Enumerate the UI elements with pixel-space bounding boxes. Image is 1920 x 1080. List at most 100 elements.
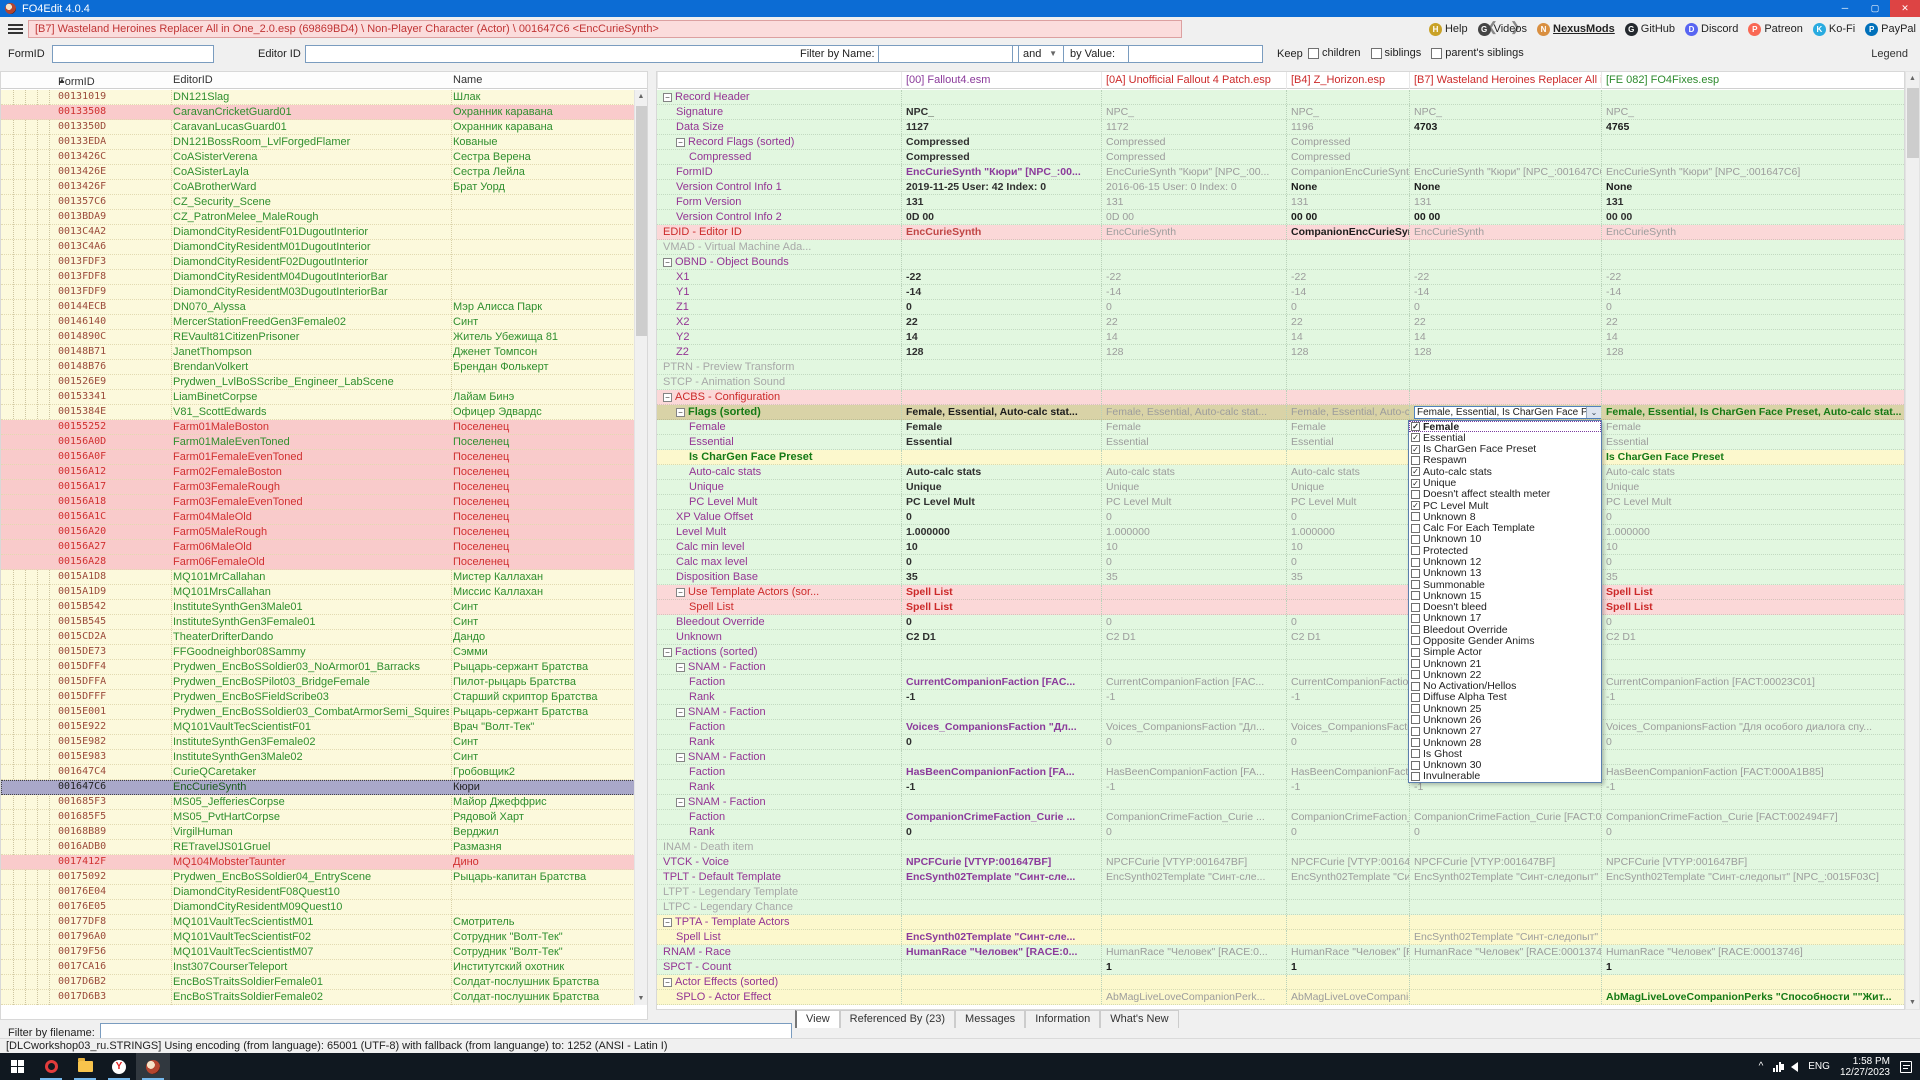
field-value-cell[interactable]	[901, 390, 1101, 404]
record-field-row[interactable]: Y21414141414	[657, 330, 1905, 345]
field-value-cell[interactable]	[901, 840, 1101, 854]
field-value-cell[interactable]: 0	[1101, 555, 1286, 569]
npc-row[interactable]: 00156A0FFarm01FemaleEvenTonedПоселенец	[1, 450, 635, 465]
field-value-cell[interactable]: Essential	[901, 435, 1101, 449]
field-value-cell[interactable]	[1601, 390, 1905, 404]
record-field-row[interactable]: Rank00000	[657, 825, 1905, 840]
checkbox-unchecked-icon[interactable]	[1411, 546, 1420, 555]
field-value-cell[interactable]: HumanRace "Человек" [RACE:00013746]	[1601, 945, 1905, 959]
field-value-cell[interactable]	[1101, 795, 1286, 809]
field-value-cell[interactable]: Female, Essential, Auto-calc stat...	[1286, 405, 1409, 419]
npc-row[interactable]: 0015E982InstituteSynthGen3Female02Синт	[1, 735, 635, 750]
flag-option[interactable]: Unknown 22	[1409, 669, 1601, 680]
field-value-cell[interactable]: 0	[1601, 510, 1905, 524]
field-value-cell[interactable]: Essential	[1601, 435, 1905, 449]
field-value-cell[interactable]: -1	[1601, 690, 1905, 704]
npc-row[interactable]: 001647C4CurieQCaretakerГробовщик2	[1, 765, 635, 780]
field-value-cell[interactable]: AbMagLiveLoveCompanionPerk...	[1101, 990, 1286, 1004]
field-value-cell[interactable]: 2019-11-25 User: 42 Index: 0	[901, 180, 1101, 194]
field-value-cell[interactable]: 0	[901, 615, 1101, 629]
field-value-cell[interactable]: EncSynth02Template "Синт-следопыт" [N...	[1409, 930, 1601, 944]
hidden-icons-chevron-icon[interactable]: ^	[1759, 1061, 1764, 1072]
npc-row[interactable]: 00156A0DFarm01MaleEvenTonedПоселенец	[1, 435, 635, 450]
npc-row[interactable]: 0013426FCoABrotherWardБрат Уорд	[1, 180, 635, 195]
field-value-cell[interactable]: EncCurieSynth	[1601, 225, 1905, 239]
field-value-cell[interactable]: Essential	[1286, 435, 1409, 449]
field-value-cell[interactable]: CompanionCrimeFaction_Curie [FACT:0024..…	[1409, 810, 1601, 824]
field-value-cell[interactable]: -22	[1101, 270, 1286, 284]
record-field-row[interactable]: −Record Flags (sorted)CompressedCompress…	[657, 135, 1905, 150]
field-value-cell[interactable]	[1601, 135, 1905, 149]
field-value-cell[interactable]	[901, 660, 1101, 674]
field-value-cell[interactable]: 131	[1409, 195, 1601, 209]
npc-row[interactable]: 00155252Farm01MaleBostonПоселенец	[1, 420, 635, 435]
collapse-expander-icon[interactable]: −	[663, 648, 672, 657]
field-value-cell[interactable]: EncCurieSynth	[901, 225, 1101, 239]
checkbox-unchecked-icon[interactable]	[1411, 682, 1420, 691]
field-value-cell[interactable]	[1601, 660, 1905, 674]
field-value-cell[interactable]	[1101, 585, 1286, 599]
flag-option[interactable]: Unknown 27	[1409, 726, 1601, 737]
flag-option[interactable]: Summonable	[1409, 579, 1601, 590]
field-value-cell[interactable]: 35	[1101, 570, 1286, 584]
field-value-cell[interactable]: PC Level Mult	[1601, 495, 1905, 509]
record-field-row[interactable]: EDID - Editor IDEncCurieSynthEncCurieSyn…	[657, 225, 1905, 240]
field-value-cell[interactable]: -14	[901, 285, 1101, 299]
paypal-link[interactable]: PPayPal	[1865, 23, 1916, 36]
taskbar-yandex-browser-icon[interactable]: Y	[102, 1053, 136, 1080]
tab-what-s-new[interactable]: What's New	[1100, 1010, 1178, 1028]
field-value-cell[interactable]: 128	[1286, 345, 1409, 359]
field-value-cell[interactable]	[1601, 705, 1905, 719]
field-value-cell[interactable]: -14	[1101, 285, 1286, 299]
field-value-cell[interactable]: Is CharGen Face Preset	[1601, 450, 1905, 464]
checkbox-unchecked-icon[interactable]	[1411, 512, 1420, 521]
checkbox-unchecked-icon[interactable]	[1431, 48, 1442, 59]
record-field-row[interactable]: Spell ListEncSynth02Template "Синт-сле..…	[657, 930, 1905, 945]
field-value-cell[interactable]: Auto-calc stats	[901, 465, 1101, 479]
tab-referenced-by-23-[interactable]: Referenced By (23)	[840, 1010, 955, 1028]
field-value-cell[interactable]	[1286, 900, 1409, 914]
field-value-cell[interactable]	[1286, 240, 1409, 254]
field-value-cell[interactable]: None	[1286, 180, 1409, 194]
field-value-cell[interactable]: HumanRace "Человек" [RACE:0...	[901, 945, 1101, 959]
field-value-cell[interactable]	[1409, 975, 1601, 989]
field-value-cell[interactable]: 22	[1101, 315, 1286, 329]
record-field-row[interactable]: XP Value Offset0000	[657, 510, 1905, 525]
npc-row[interactable]: 0016ADB0RETravelJS01GruelРазмазня	[1, 840, 635, 855]
record-field-row[interactable]: PC Level MultPC Level MultPC Level MultP…	[657, 495, 1905, 510]
record-field-row[interactable]: LTPC - Legendary Chance	[657, 900, 1905, 915]
checkbox-unchecked-icon[interactable]	[1411, 659, 1420, 668]
npc-row[interactable]: 0013C4A6DiamondCityResidentM01DugoutInte…	[1, 240, 635, 255]
field-value-cell[interactable]: 2016-06-15 User: 0 Index: 0	[1101, 180, 1286, 194]
field-value-cell[interactable]: 14	[1101, 330, 1286, 344]
record-field-row[interactable]: Version Control Info 12019-11-25 User: 4…	[657, 180, 1905, 195]
npc-row[interactable]: 0015DE73FFGoodneighbor08SammyСэмми	[1, 645, 635, 660]
field-value-cell[interactable]: PC Level Mult	[901, 495, 1101, 509]
checkbox-unchecked-icon[interactable]	[1411, 761, 1420, 770]
collapse-expander-icon[interactable]: −	[663, 393, 672, 402]
record-field-row[interactable]: Z100000	[657, 300, 1905, 315]
checkbox-unchecked-icon[interactable]	[1411, 603, 1420, 612]
field-value-cell[interactable]: 0	[901, 510, 1101, 524]
npc-row[interactable]: 0014890CREVault81CitizenPrisonerЖитель У…	[1, 330, 635, 345]
checkbox-unchecked-icon[interactable]	[1411, 614, 1420, 623]
field-value-cell[interactable]: 1.000000	[1286, 525, 1409, 539]
field-value-cell[interactable]	[1286, 705, 1409, 719]
close-button[interactable]: ✕	[1890, 0, 1920, 17]
action-center-icon[interactable]	[1900, 1061, 1912, 1073]
flag-option[interactable]: ✓Unique	[1409, 477, 1601, 488]
field-value-cell[interactable]: 35	[1601, 570, 1905, 584]
npc-row[interactable]: 00131019DN121SlagШлак	[1, 90, 635, 105]
npc-row[interactable]: 0015E983InstituteSynthGen3Male02Синт	[1, 750, 635, 765]
field-value-cell[interactable]	[901, 705, 1101, 719]
field-value-cell[interactable]: Unique	[901, 480, 1101, 494]
field-value-cell[interactable]	[1101, 750, 1286, 764]
field-value-cell[interactable]: 10	[1101, 540, 1286, 554]
npc-row[interactable]: 0017D6B2EncBoSTraitsSoldierFemale01Солда…	[1, 975, 635, 990]
npc-row[interactable]: 0017D6B3EncBoSTraitsSoldierFemale02Солда…	[1, 990, 635, 1005]
collapse-expander-icon[interactable]: −	[676, 408, 685, 417]
flag-option[interactable]: ✓Essential	[1409, 432, 1601, 443]
column-header-editorid[interactable]: EditorID	[173, 74, 213, 86]
flag-option[interactable]: ✓Auto-calc stats	[1409, 466, 1601, 477]
record-field-row[interactable]: Calc min level10101010	[657, 540, 1905, 555]
